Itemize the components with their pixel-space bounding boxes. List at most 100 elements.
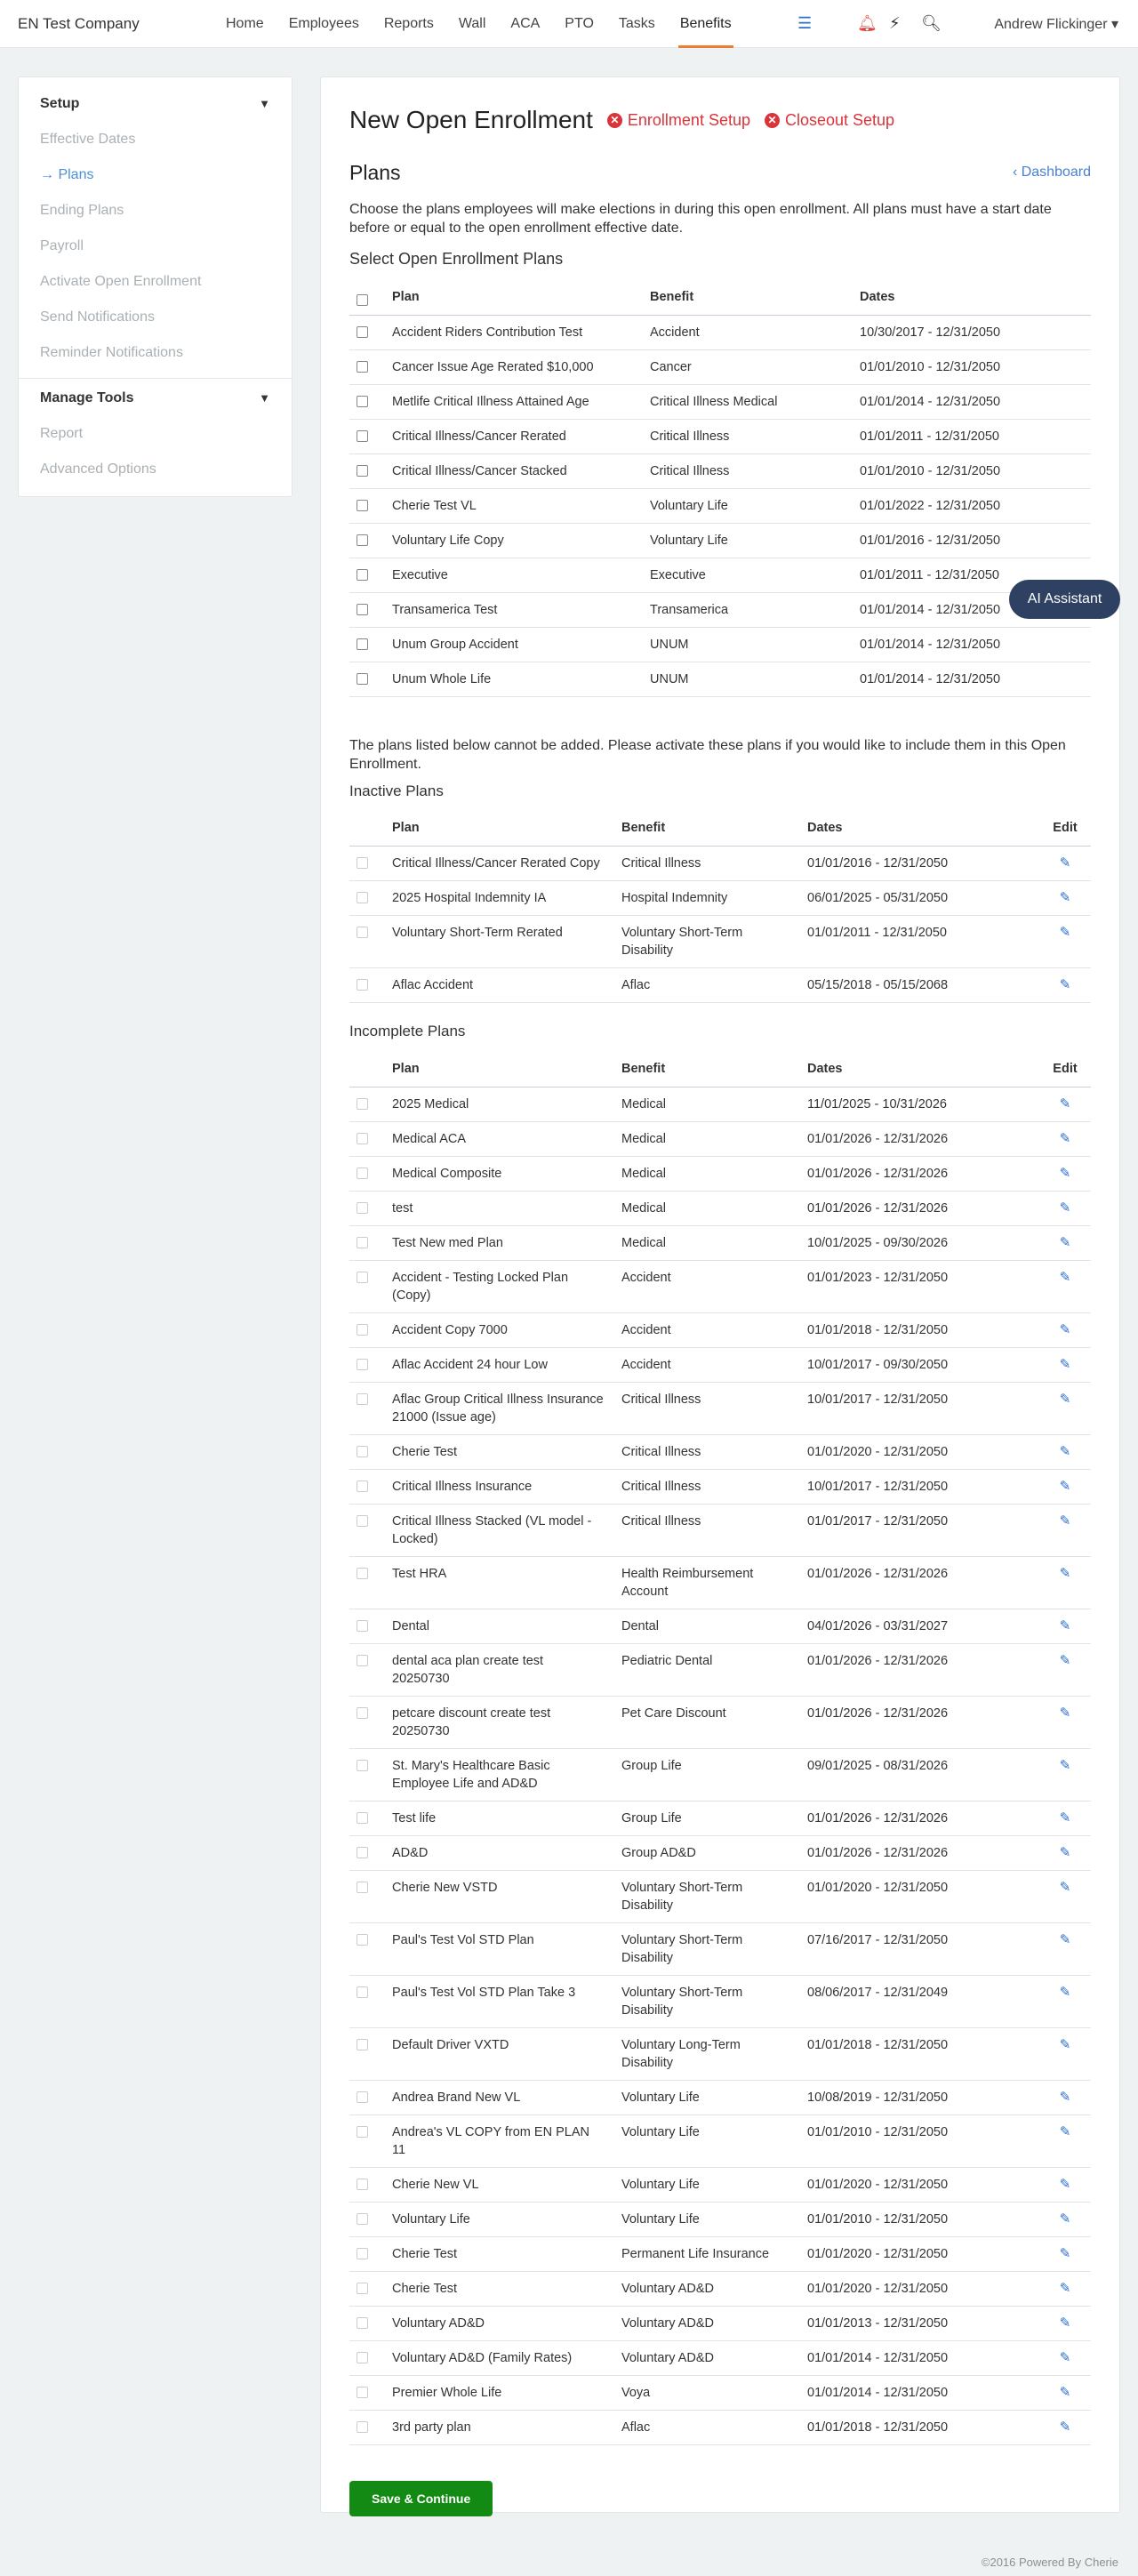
nav-employees[interactable]: Employees	[289, 0, 359, 48]
plan-benefit: Critical Illness	[641, 453, 851, 489]
sidebar-section-manage-tools[interactable]: Manage Tools ▼	[40, 381, 270, 416]
pencil-icon[interactable]: ✎	[1060, 1131, 1071, 1146]
sidebar-item-plans[interactable]: → Plans	[40, 157, 270, 193]
pencil-icon[interactable]: ✎	[1060, 925, 1071, 940]
lightning-icon[interactable]: ⚡︎	[889, 13, 901, 33]
plan-checkbox[interactable]	[357, 568, 368, 581]
pencil-icon[interactable]: ✎	[1060, 890, 1071, 905]
plan-benefit: Critical Illness	[613, 1504, 798, 1557]
pencil-icon[interactable]: ✎	[1060, 1270, 1071, 1285]
pencil-icon[interactable]: ✎	[1060, 1166, 1071, 1181]
pencil-icon[interactable]: ✎	[1060, 2246, 1071, 2261]
pencil-icon[interactable]: ✎	[1060, 1479, 1071, 1494]
dashboard-link[interactable]: ‹ Dashboard	[1013, 165, 1091, 181]
enrollment-setup-link[interactable]: ✕ Enrollment Setup	[606, 111, 750, 130]
plan-checkbox[interactable]	[357, 395, 368, 407]
pencil-icon[interactable]: ✎	[1060, 1705, 1071, 1721]
pencil-icon[interactable]: ✎	[1060, 1810, 1071, 1826]
pencil-icon[interactable]: ✎	[1060, 2281, 1071, 2296]
pencil-icon[interactable]: ✎	[1060, 1566, 1071, 1581]
sidebar-item-reminder-notifications[interactable]: Reminder Notifications	[40, 335, 270, 371]
arrow-right-icon: →	[40, 167, 59, 182]
company-name[interactable]: EN Test Company	[18, 15, 140, 33]
plan-checkbox[interactable]	[357, 603, 368, 615]
sidebar-item-report[interactable]: Report	[40, 416, 270, 452]
pencil-icon[interactable]: ✎	[1060, 1235, 1071, 1250]
plan-benefit: Permanent Life Insurance	[613, 2236, 798, 2272]
checkbox-cell	[349, 1975, 383, 2028]
pencil-icon[interactable]: ✎	[1060, 977, 1071, 992]
nav-home[interactable]: Home	[226, 0, 264, 48]
col-edit: Edit	[1039, 1051, 1091, 1087]
plan-checkbox[interactable]	[357, 464, 368, 477]
table-row: Voluntary Life Copy Voluntary Life 01/01/2…	[349, 523, 1091, 558]
ai-assistant-button[interactable]: AI Assistant	[1009, 580, 1120, 619]
pencil-icon[interactable]: ✎	[1060, 1653, 1071, 1668]
pencil-icon[interactable]: ✎	[1060, 2385, 1071, 2400]
pencil-icon[interactable]: ✎	[1060, 2420, 1071, 2435]
bell-icon[interactable]: 🔔︎	[857, 13, 878, 33]
pencil-icon[interactable]: ✎	[1060, 855, 1071, 871]
pencil-icon[interactable]: ✎	[1060, 1096, 1071, 1111]
closeout-setup-link[interactable]: ✕ Closeout Setup	[764, 111, 894, 130]
plan-checkbox[interactable]	[357, 325, 368, 338]
plan-checkbox[interactable]	[357, 638, 368, 650]
plan-benefit: Accident	[613, 1260, 798, 1313]
nav-benefits[interactable]: Benefits	[677, 0, 733, 48]
nav-tasks[interactable]: Tasks	[619, 0, 655, 48]
checkbox-cell	[349, 967, 383, 1003]
edit-cell: ✎	[1039, 1556, 1091, 1609]
sidebar-section-setup[interactable]: Setup ▼	[40, 86, 270, 122]
chevron-down-icon[interactable]: ▼	[259, 86, 270, 122]
chevron-down-icon[interactable]: ▼	[259, 381, 270, 416]
sidebar-item-ending-plans[interactable]: Ending Plans	[40, 193, 270, 229]
sidebar-item-payroll[interactable]: Payroll	[40, 229, 270, 264]
nav-aca[interactable]: ACA	[510, 0, 540, 48]
pencil-icon[interactable]: ✎	[1060, 2211, 1071, 2227]
pencil-icon[interactable]: ✎	[1060, 2350, 1071, 2365]
checkbox-cell	[349, 1870, 383, 1923]
pencil-icon[interactable]: ✎	[1060, 2124, 1071, 2139]
nav-wall[interactable]: Wall	[459, 0, 486, 48]
pencil-icon[interactable]: ✎	[1060, 1845, 1071, 1860]
plan-name: Voluntary Short-Term Rerated	[383, 915, 613, 968]
plan-dates: 10/01/2017 - 12/31/2050	[798, 1382, 1039, 1435]
menu-icon[interactable]: ☰	[797, 13, 812, 33]
plan-checkbox[interactable]	[357, 672, 368, 685]
pencil-icon[interactable]: ✎	[1060, 1357, 1071, 1372]
plan-dates: 09/01/2025 - 08/31/2026	[798, 1748, 1039, 1802]
sidebar-item-advanced-options[interactable]: Advanced Options	[40, 452, 270, 487]
pencil-icon[interactable]: ✎	[1060, 2090, 1071, 2105]
pencil-icon[interactable]: ✎	[1060, 1880, 1071, 1895]
sidebar-item-effective-dates[interactable]: Effective Dates	[40, 122, 270, 157]
pencil-icon[interactable]: ✎	[1060, 1932, 1071, 1947]
pencil-icon[interactable]: ✎	[1060, 1200, 1071, 1216]
checkbox-col	[349, 810, 383, 847]
checkbox-cell	[349, 2202, 383, 2237]
pencil-icon[interactable]: ✎	[1060, 2177, 1071, 2192]
select-all-checkbox[interactable]	[357, 294, 368, 307]
pencil-icon[interactable]: ✎	[1060, 1758, 1071, 1773]
plan-checkbox[interactable]	[357, 360, 368, 373]
search-icon[interactable]: 🔍︎	[921, 13, 942, 33]
nav-pto[interactable]: PTO	[565, 0, 594, 48]
sidebar-item-activate-open-enrollment[interactable]: Activate Open Enrollment	[40, 264, 270, 300]
checkbox-cell	[349, 2115, 383, 2168]
notice-text: The plans listed below cannot be added. …	[349, 737, 1066, 772]
pencil-icon[interactable]: ✎	[1060, 1444, 1071, 1459]
pencil-icon[interactable]: ✎	[1060, 1618, 1071, 1633]
sidebar-item-send-notifications[interactable]: Send Notifications	[40, 300, 270, 335]
nav-reports[interactable]: Reports	[384, 0, 434, 48]
pencil-icon[interactable]: ✎	[1060, 1392, 1071, 1407]
save-continue-button[interactable]: Save & Continue	[349, 2480, 493, 2516]
user-menu[interactable]: Andrew Flickinger ▾	[994, 15, 1118, 33]
pencil-icon[interactable]: ✎	[1060, 1322, 1071, 1337]
pencil-icon[interactable]: ✎	[1060, 2315, 1071, 2331]
plan-checkbox[interactable]	[357, 534, 368, 546]
pencil-icon[interactable]: ✎	[1060, 1513, 1071, 1529]
pencil-icon[interactable]: ✎	[1060, 1985, 1071, 2000]
pencil-icon[interactable]: ✎	[1060, 2037, 1071, 2052]
plan-checkbox[interactable]	[357, 499, 368, 511]
plan-benefit: Accident	[641, 315, 851, 350]
plan-checkbox[interactable]	[357, 429, 368, 442]
